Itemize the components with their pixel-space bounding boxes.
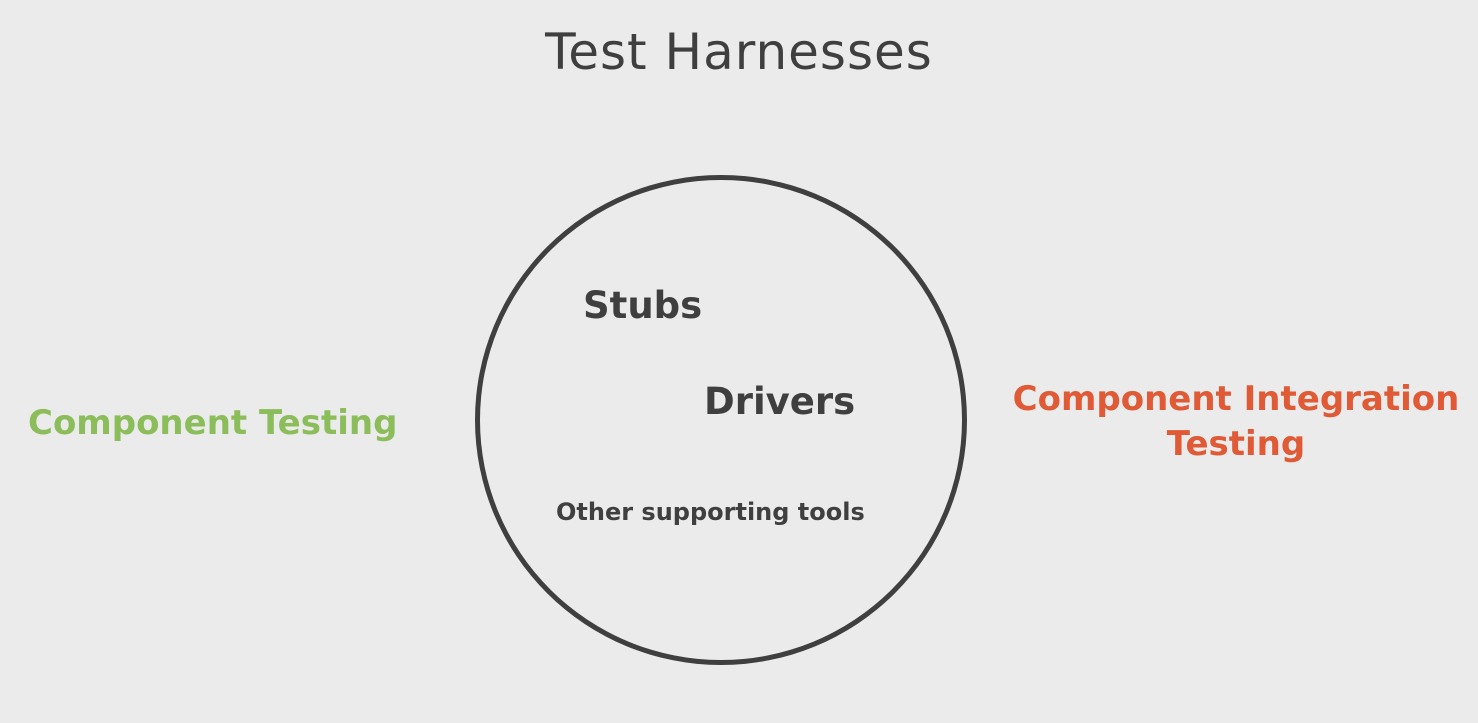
- stubs-label: Stubs: [583, 284, 703, 327]
- drivers-label: Drivers: [704, 380, 856, 423]
- diagram-title: Test Harnesses: [545, 23, 933, 81]
- component-integration-testing-line-2: Testing: [1166, 424, 1306, 464]
- component-testing-label: Component Testing: [28, 403, 398, 443]
- component-integration-testing-label: Component Integration Testing: [1006, 377, 1466, 467]
- component-integration-testing-line-1: Component Integration: [1012, 379, 1460, 419]
- other-tools-label: Other supporting tools: [556, 498, 865, 526]
